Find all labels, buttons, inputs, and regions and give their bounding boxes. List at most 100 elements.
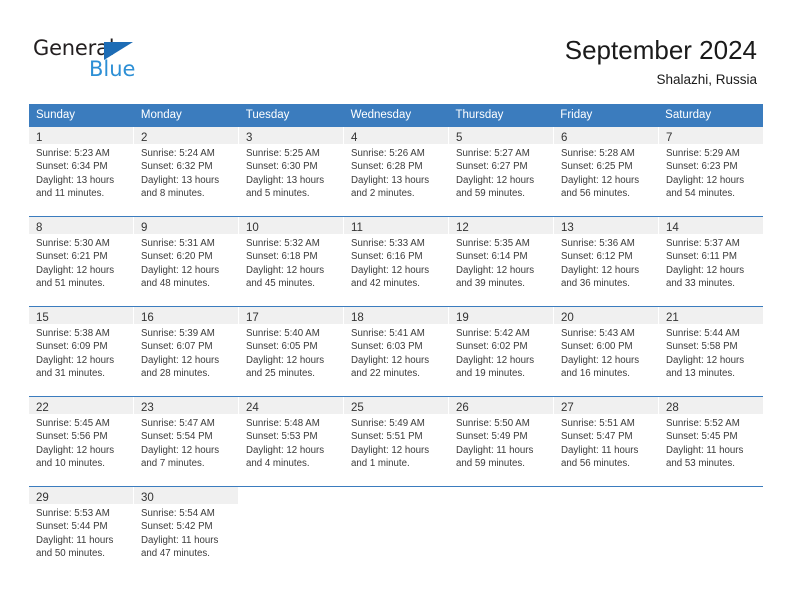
- sunset-text: Sunset: 6:23 PM: [666, 161, 738, 173]
- calendar-day-cell[interactable]: 2 Sunrise: 5:24 AM Sunset: 6:32 PM Daylight…: [134, 127, 239, 216]
- sunset-text: Sunset: 6:12 PM: [561, 251, 633, 263]
- sunrise-text: Sunrise: 5:45 AM: [36, 418, 110, 429]
- calendar-day-cell[interactable]: 25 Sunrise: 5:49 AM Sunset: 5:51 PM Dayligh…: [344, 397, 449, 486]
- daylight-text-line1: Daylight: 13 hours: [351, 174, 430, 186]
- calendar-day-cell[interactable]: 8 Sunrise: 5:30 AM Sunset: 6:21 PM Daylight…: [29, 217, 134, 306]
- daylight-text-line2: and 45 minutes.: [246, 277, 315, 289]
- sunrise-text: Sunrise: 5:26 AM: [351, 148, 425, 159]
- calendar-day-cell[interactable]: 14 Sunrise: 5:37 AM Sunset: 6:11 PM Dayligh…: [659, 217, 763, 306]
- daylight-text-line1: Daylight: 11 hours: [456, 444, 534, 456]
- sunset-text: Sunset: 6:09 PM: [36, 341, 108, 353]
- day-number-bar: 14: [659, 217, 763, 234]
- calendar-day-cell[interactable]: 27 Sunrise: 5:51 AM Sunset: 5:47 PM Dayligh…: [554, 397, 659, 486]
- daylight-text-line2: and 39 minutes.: [456, 277, 525, 289]
- daylight-text-line2: and 28 minutes.: [141, 367, 210, 379]
- day-number-bar: 22: [29, 397, 133, 414]
- daylight-text-line2: and 7 minutes.: [141, 457, 205, 469]
- sunrise-text: Sunrise: 5:48 AM: [246, 418, 320, 429]
- calendar-day-cell[interactable]: 4 Sunrise: 5:26 AM Sunset: 6:28 PM Daylight…: [344, 127, 449, 216]
- day-details: Sunrise: 5:28 AM Sunset: 6:25 PM Daylight:…: [554, 144, 658, 200]
- day-number: 15: [36, 312, 49, 324]
- sunset-text: Sunset: 6:18 PM: [246, 251, 318, 263]
- day-number: 4: [351, 132, 358, 144]
- daylight-text-line2: and 22 minutes.: [351, 367, 420, 379]
- calendar-day-cell[interactable]: 17 Sunrise: 5:40 AM Sunset: 6:05 PM Dayligh…: [239, 307, 344, 396]
- day-number: 9: [141, 222, 148, 234]
- day-details: Sunrise: 5:35 AM Sunset: 6:14 PM Daylight:…: [449, 234, 553, 290]
- day-details: Sunrise: 5:41 AM Sunset: 6:03 PM Daylight:…: [344, 324, 448, 380]
- daylight-text-line2: and 50 minutes.: [36, 547, 105, 559]
- title-block: September 2024 Shalazhi, Russia: [565, 34, 757, 90]
- daylight-text-line2: and 16 minutes.: [561, 367, 630, 379]
- weekday-header-thursday: Thursday: [455, 109, 504, 121]
- calendar-day-cell[interactable]: 10 Sunrise: 5:32 AM Sunset: 6:18 PM Dayligh…: [239, 217, 344, 306]
- daylight-text-line1: Daylight: 12 hours: [351, 264, 430, 276]
- calendar-day-cell[interactable]: 30 Sunrise: 5:54 AM Sunset: 5:42 PM Dayligh…: [134, 487, 239, 576]
- weekday-header-wednesday: Wednesday: [350, 109, 412, 121]
- calendar-day-cell[interactable]: 21 Sunrise: 5:44 AM Sunset: 5:58 PM Dayligh…: [659, 307, 763, 396]
- sunrise-text: Sunrise: 5:28 AM: [561, 148, 635, 159]
- calendar-week-row: 8 Sunrise: 5:30 AM Sunset: 6:21 PM Daylight…: [29, 216, 763, 306]
- daylight-text-line2: and 25 minutes.: [246, 367, 315, 379]
- calendar-day-cell[interactable]: 28 Sunrise: 5:52 AM Sunset: 5:45 PM Dayligh…: [659, 397, 763, 486]
- daylight-text-line1: Daylight: 12 hours: [36, 354, 115, 366]
- calendar-page: General Blue September 2024 Shalazhi, Ru…: [0, 0, 792, 612]
- day-details: Sunrise: 5:36 AM Sunset: 6:12 PM Daylight:…: [554, 234, 658, 290]
- day-number: 29: [36, 492, 49, 504]
- day-details: Sunrise: 5:29 AM Sunset: 6:23 PM Daylight:…: [659, 144, 763, 200]
- day-details: Sunrise: 5:31 AM Sunset: 6:20 PM Daylight:…: [134, 234, 238, 290]
- day-details: Sunrise: 5:54 AM Sunset: 5:42 PM Daylight:…: [134, 504, 238, 560]
- calendar-day-cell[interactable]: 5 Sunrise: 5:27 AM Sunset: 6:27 PM Daylight…: [449, 127, 554, 216]
- calendar-day-cell[interactable]: 1 Sunrise: 5:23 AM Sunset: 6:34 PM Daylight…: [29, 127, 134, 216]
- day-number-bar: 11: [344, 217, 448, 234]
- day-details: Sunrise: 5:32 AM Sunset: 6:18 PM Daylight:…: [239, 234, 343, 290]
- calendar-day-cell[interactable]: 15 Sunrise: 5:38 AM Sunset: 6:09 PM Dayligh…: [29, 307, 134, 396]
- sunset-text: Sunset: 5:44 PM: [36, 521, 108, 533]
- brand-logo[interactable]: General Blue: [33, 36, 233, 84]
- calendar-day-cell[interactable]: 23 Sunrise: 5:47 AM Sunset: 5:54 PM Dayligh…: [134, 397, 239, 486]
- day-details: Sunrise: 5:50 AM Sunset: 5:49 PM Daylight:…: [449, 414, 553, 470]
- sunset-text: Sunset: 6:30 PM: [246, 161, 318, 173]
- calendar-week-row: 1 Sunrise: 5:23 AM Sunset: 6:34 PM Daylight…: [29, 127, 763, 216]
- sunset-text: Sunset: 6:00 PM: [561, 341, 633, 353]
- sunrise-text: Sunrise: 5:50 AM: [456, 418, 530, 429]
- calendar-empty-cell: [554, 487, 659, 576]
- page-title: September 2024: [564, 35, 757, 65]
- calendar-day-cell[interactable]: 12 Sunrise: 5:35 AM Sunset: 6:14 PM Dayligh…: [449, 217, 554, 306]
- calendar-day-cell[interactable]: 22 Sunrise: 5:45 AM Sunset: 5:56 PM Dayligh…: [29, 397, 134, 486]
- calendar-empty-cell: [239, 487, 344, 576]
- sunrise-text: Sunrise: 5:24 AM: [141, 148, 215, 159]
- day-number: 7: [666, 132, 673, 144]
- calendar-day-cell[interactable]: 24 Sunrise: 5:48 AM Sunset: 5:53 PM Dayligh…: [239, 397, 344, 486]
- day-number-bar: 27: [554, 397, 658, 414]
- calendar-day-cell[interactable]: 16 Sunrise: 5:39 AM Sunset: 6:07 PM Dayligh…: [134, 307, 239, 396]
- calendar-day-cell[interactable]: 29 Sunrise: 5:53 AM Sunset: 5:44 PM Dayligh…: [29, 487, 134, 576]
- day-details: Sunrise: 5:40 AM Sunset: 6:05 PM Daylight:…: [239, 324, 343, 380]
- calendar-day-cell[interactable]: 19 Sunrise: 5:42 AM Sunset: 6:02 PM Dayligh…: [449, 307, 554, 396]
- daylight-text-line1: Daylight: 12 hours: [141, 264, 220, 276]
- calendar-day-cell[interactable]: 18 Sunrise: 5:41 AM Sunset: 6:03 PM Dayligh…: [344, 307, 449, 396]
- calendar-day-cell[interactable]: 9 Sunrise: 5:31 AM Sunset: 6:20 PM Daylight…: [134, 217, 239, 306]
- calendar-day-cell[interactable]: 3 Sunrise: 5:25 AM Sunset: 6:30 PM Daylight…: [239, 127, 344, 216]
- sunrise-text: Sunrise: 5:33 AM: [351, 238, 425, 249]
- calendar-day-cell[interactable]: 7 Sunrise: 5:29 AM Sunset: 6:23 PM Daylight…: [659, 127, 763, 216]
- daylight-text-line1: Daylight: 11 hours: [561, 444, 639, 456]
- calendar-day-cell[interactable]: 26 Sunrise: 5:50 AM Sunset: 5:49 PM Dayligh…: [449, 397, 554, 486]
- day-number-bar: 4: [344, 127, 448, 144]
- daylight-text-line1: Daylight: 12 hours: [141, 444, 220, 456]
- day-number-bar: 17: [239, 307, 343, 324]
- calendar-day-cell[interactable]: 13 Sunrise: 5:36 AM Sunset: 6:12 PM Dayligh…: [554, 217, 659, 306]
- sunset-text: Sunset: 5:49 PM: [456, 431, 528, 443]
- day-details: Sunrise: 5:48 AM Sunset: 5:53 PM Daylight:…: [239, 414, 343, 470]
- day-number-bar: 24: [239, 397, 343, 414]
- daylight-text-line2: and 59 minutes.: [456, 187, 525, 199]
- daylight-text-line2: and 53 minutes.: [666, 457, 735, 469]
- day-details: Sunrise: 5:42 AM Sunset: 6:02 PM Daylight:…: [449, 324, 553, 380]
- daylight-text-line1: Daylight: 12 hours: [141, 354, 220, 366]
- calendar-day-cell[interactable]: 6 Sunrise: 5:28 AM Sunset: 6:25 PM Daylight…: [554, 127, 659, 216]
- day-number-bar: 6: [554, 127, 658, 144]
- calendar-day-cell[interactable]: 20 Sunrise: 5:43 AM Sunset: 6:00 PM Dayligh…: [554, 307, 659, 396]
- day-number: 21: [666, 312, 679, 324]
- daylight-text-line2: and 56 minutes.: [561, 457, 630, 469]
- calendar-day-cell[interactable]: 11 Sunrise: 5:33 AM Sunset: 6:16 PM Dayligh…: [344, 217, 449, 306]
